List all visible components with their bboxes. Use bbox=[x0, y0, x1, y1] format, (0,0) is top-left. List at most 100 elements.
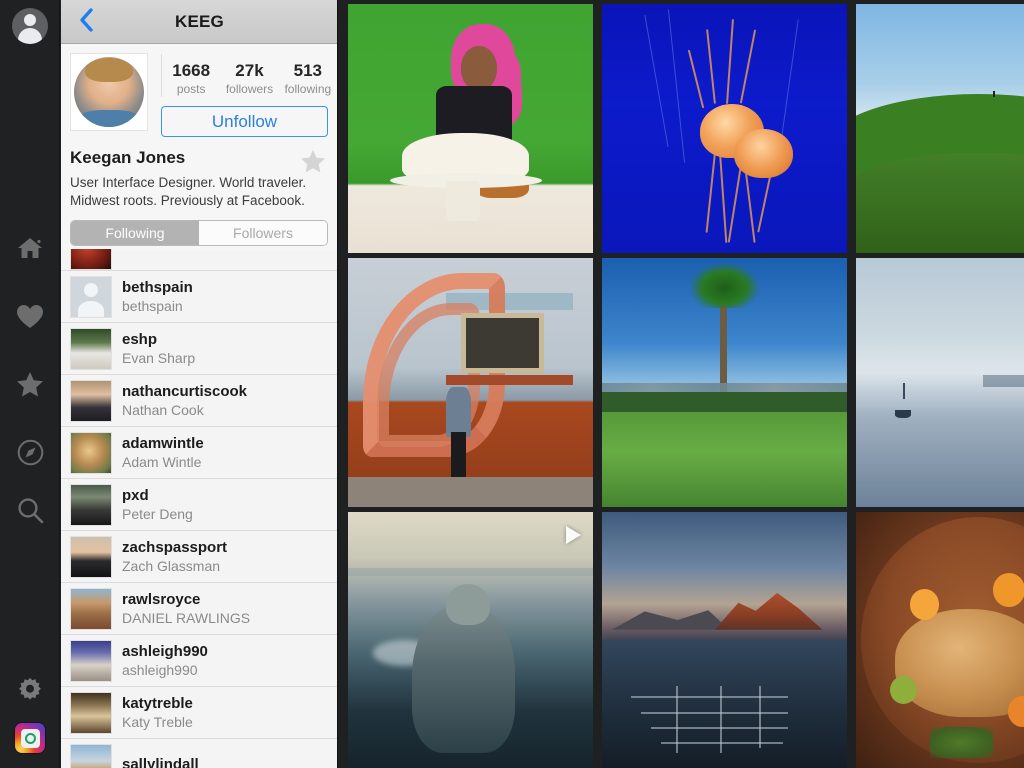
left-nav-rail bbox=[0, 0, 60, 768]
profile-avatar-image bbox=[74, 57, 144, 127]
user-text: bethspain bethspain bbox=[122, 278, 193, 315]
list-item[interactable]: zachspassport Zach Glassman bbox=[61, 531, 338, 583]
tab-followers[interactable]: Followers bbox=[199, 221, 327, 245]
user-avatar bbox=[70, 328, 112, 370]
heart-icon bbox=[16, 304, 44, 329]
photo-image bbox=[856, 4, 1024, 253]
profile-avatar[interactable] bbox=[70, 53, 148, 131]
grid-photo-3[interactable] bbox=[856, 4, 1024, 253]
list-item[interactable]: eshp Evan Sharp bbox=[61, 323, 338, 375]
nav-item-instagram-app[interactable] bbox=[0, 714, 60, 762]
user-text: adamwintle Adam Wintle bbox=[122, 434, 204, 471]
user-fullname: Katy Treble bbox=[122, 713, 193, 731]
nav-item-activity[interactable] bbox=[0, 292, 60, 340]
photo-grid bbox=[339, 0, 1024, 768]
tab-following[interactable]: Following bbox=[71, 221, 199, 245]
list-item[interactable]: Nicole Smolinske bbox=[61, 249, 338, 271]
search-icon bbox=[17, 497, 44, 524]
profile-panel: KEEG 1668 posts 27k followers 5 bbox=[61, 0, 338, 768]
list-item[interactable]: sallylindall bbox=[61, 739, 338, 768]
list-item[interactable]: rawlsroyce DANIEL RAWLINGS bbox=[61, 583, 338, 635]
instagram-icon-inner bbox=[21, 729, 40, 748]
grid-photo-2[interactable] bbox=[602, 4, 847, 253]
page-title: KEEG bbox=[61, 0, 338, 44]
nav-item-search[interactable] bbox=[0, 486, 60, 534]
nav-item-settings[interactable] bbox=[0, 666, 60, 714]
user-fullname: Nathan Cook bbox=[122, 401, 247, 419]
user-username: sallylindall bbox=[122, 755, 199, 768]
user-avatar bbox=[70, 484, 112, 526]
list-item[interactable]: nathancurtiscook Nathan Cook bbox=[61, 375, 338, 427]
stat-posts-label: posts bbox=[162, 81, 220, 97]
grid-photo-5[interactable] bbox=[602, 258, 847, 507]
star-icon bbox=[16, 371, 44, 398]
stat-followers-value: 27k bbox=[220, 60, 278, 81]
panel-header: KEEG bbox=[61, 0, 337, 44]
user-fullname: Peter Deng bbox=[122, 505, 193, 523]
profile-stats: 1668 posts 27k followers 513 following bbox=[161, 54, 337, 97]
user-avatar bbox=[70, 640, 112, 682]
user-username: pxd bbox=[122, 486, 193, 505]
unfollow-button[interactable]: Unfollow bbox=[161, 106, 328, 137]
profile-full-name: Keegan Jones bbox=[70, 148, 185, 168]
grid-photo-9[interactable] bbox=[856, 512, 1024, 768]
user-fullname: DANIEL RAWLINGS bbox=[122, 609, 250, 627]
user-text: sallylindall bbox=[122, 755, 199, 768]
list-item[interactable]: pxd Peter Deng bbox=[61, 479, 338, 531]
user-text: rawlsroyce DANIEL RAWLINGS bbox=[122, 590, 250, 627]
photo-image bbox=[348, 4, 593, 253]
stat-following-label: following bbox=[279, 81, 337, 97]
user-username: zachspassport bbox=[122, 538, 227, 557]
list-item[interactable]: ashleigh990 ashleigh990 bbox=[61, 635, 338, 687]
home-icon bbox=[17, 236, 43, 260]
current-user-avatar[interactable] bbox=[12, 8, 48, 44]
user-fullname: Zach Glassman bbox=[122, 557, 227, 575]
grid-photo-8[interactable] bbox=[602, 512, 847, 768]
placeholder-avatar-icon bbox=[71, 277, 111, 317]
user-text: katytreble Katy Treble bbox=[122, 694, 193, 731]
gear-icon bbox=[17, 677, 43, 703]
stat-following-value: 513 bbox=[279, 60, 337, 81]
photo-image bbox=[856, 512, 1024, 768]
stat-followers[interactable]: 27k followers bbox=[220, 56, 278, 97]
followers-following-segmented-control: Following Followers bbox=[70, 220, 328, 246]
favorite-star-icon[interactable] bbox=[300, 149, 326, 179]
avatar-shirt bbox=[80, 110, 139, 127]
stat-following[interactable]: 513 following bbox=[279, 56, 337, 97]
list-item[interactable]: adamwintle Adam Wintle bbox=[61, 427, 338, 479]
grid-photo-7[interactable] bbox=[348, 512, 593, 768]
user-avatar bbox=[70, 588, 112, 630]
photo-image bbox=[348, 512, 593, 768]
profile-bio: User Interface Designer. World traveler.… bbox=[70, 174, 328, 210]
instagram-app-window: KEEG 1668 posts 27k followers 5 bbox=[0, 0, 1024, 768]
user-avatar bbox=[70, 249, 112, 270]
user-username: rawlsroyce bbox=[122, 590, 250, 609]
user-text: pxd Peter Deng bbox=[122, 486, 193, 523]
user-list[interactable]: Nicole Smolinske bethspain bethspain bbox=[61, 249, 338, 768]
user-avatar bbox=[70, 380, 112, 422]
nav-item-explore[interactable] bbox=[0, 428, 60, 476]
list-item[interactable]: bethspain bethspain bbox=[61, 271, 338, 323]
photo-image bbox=[602, 512, 847, 768]
grid-photo-1[interactable] bbox=[348, 4, 593, 253]
user-username: adamwintle bbox=[122, 434, 204, 453]
stat-posts[interactable]: 1668 posts bbox=[162, 56, 220, 97]
stat-posts-value: 1668 bbox=[162, 60, 220, 81]
grid-photo-4[interactable] bbox=[348, 258, 593, 507]
user-avatar bbox=[70, 276, 112, 318]
list-item[interactable]: katytreble Katy Treble bbox=[61, 687, 338, 739]
grid-photo-6[interactable] bbox=[856, 258, 1024, 507]
user-text: nathancurtiscook Nathan Cook bbox=[122, 382, 247, 419]
photo-image bbox=[602, 258, 847, 507]
profile-header: 1668 posts 27k followers 513 following U… bbox=[61, 44, 337, 246]
user-fullname: ashleigh990 bbox=[122, 661, 208, 679]
nav-item-favorites[interactable] bbox=[0, 360, 60, 408]
user-avatar bbox=[70, 536, 112, 578]
user-username: bethspain bbox=[122, 278, 193, 297]
avatar-hair bbox=[85, 58, 133, 82]
nav-item-home[interactable] bbox=[0, 224, 60, 272]
user-avatar bbox=[70, 692, 112, 734]
profile-name-row: Keegan Jones bbox=[70, 148, 328, 168]
user-text: eshp Evan Sharp bbox=[122, 330, 195, 367]
user-username: eshp bbox=[122, 330, 195, 349]
